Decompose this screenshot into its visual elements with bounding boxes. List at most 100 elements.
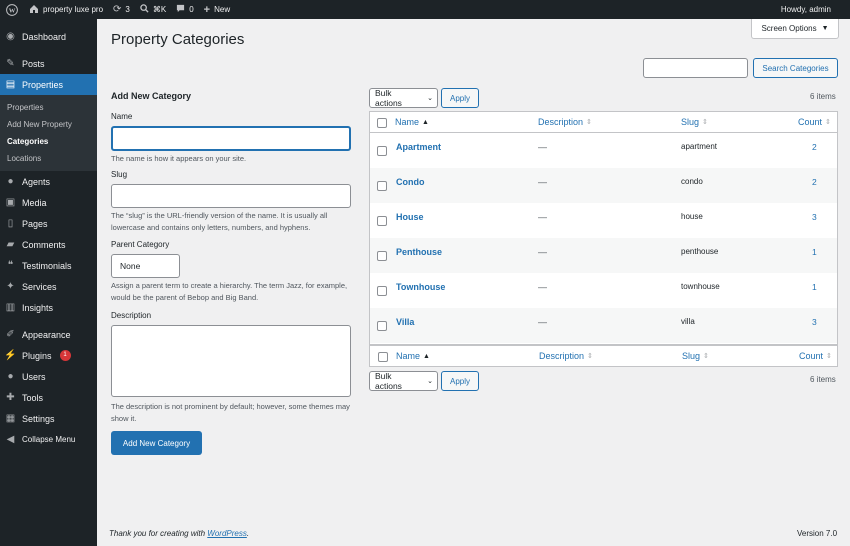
menu-label: Insights xyxy=(22,302,54,313)
menu-dashboard[interactable]: ◉ Dashboard xyxy=(0,26,97,47)
row-count-link[interactable]: 3 xyxy=(812,212,817,222)
description-label: Description xyxy=(111,311,152,320)
name-help: The name is how it appears on your site. xyxy=(111,154,247,163)
menu-plugins[interactable]: ⚡ Plugins 1 xyxy=(0,345,97,366)
table-header: Name ▲ Description ⇕ Slug ⇕ Count ⇕ xyxy=(370,112,837,133)
plugins-update-badge: 1 xyxy=(59,350,71,361)
parent-category-label: Parent Category xyxy=(111,240,170,249)
menu-label: Media xyxy=(22,197,47,208)
description-textarea[interactable] xyxy=(111,325,351,397)
apply-button-bottom[interactable]: Apply xyxy=(441,371,479,391)
slug-label: Slug xyxy=(111,170,128,179)
select-all-checkbox[interactable] xyxy=(377,118,387,128)
column-count-header[interactable]: Count ⇕ xyxy=(798,117,831,127)
menu-posts[interactable]: ✎ Posts xyxy=(0,53,97,74)
row-count-link[interactable]: 2 xyxy=(812,177,817,187)
search-categories-button[interactable]: Search Categories xyxy=(753,58,838,78)
row-count-link[interactable]: 3 xyxy=(812,317,817,327)
menu-appearance[interactable]: ✐ Appearance xyxy=(0,324,97,345)
menu-tools[interactable]: ✚ Tools xyxy=(0,387,97,408)
account-menu[interactable]: Howdy, admin xyxy=(776,0,850,19)
row-name-link[interactable]: Condo xyxy=(396,177,425,187)
row-description: — xyxy=(538,177,547,187)
row-name-link[interactable]: Apartment xyxy=(396,142,441,152)
menu-properties[interactable]: ▤ Properties xyxy=(0,74,97,95)
bulk-actions-select-top[interactable]: Bulk actions ⌄ xyxy=(369,88,438,108)
menu-comments[interactable]: ▰ Comments xyxy=(0,234,97,255)
wordpress-logo-icon[interactable]: W xyxy=(0,0,24,19)
submenu-locations[interactable]: Locations xyxy=(0,150,97,167)
row-checkbox[interactable] xyxy=(377,146,387,156)
comments-link[interactable]: 0 xyxy=(171,0,198,19)
column-description-footer[interactable]: Description ⇕ xyxy=(539,351,593,361)
site-name-link[interactable]: property luxe pro xyxy=(24,0,108,19)
row-name-link[interactable]: Villa xyxy=(396,317,414,327)
row-checkbox[interactable] xyxy=(377,251,387,261)
menu-insights[interactable]: ▥ Insights xyxy=(0,297,97,318)
menu-settings[interactable]: ▦ Settings xyxy=(0,408,97,429)
user-icon: ● xyxy=(7,371,14,382)
column-description-header[interactable]: Description ⇕ xyxy=(538,117,592,127)
new-content-link[interactable]: + New xyxy=(199,0,235,19)
updates-link[interactable]: ⟳ 3 xyxy=(108,0,135,19)
add-new-category-button[interactable]: Add New Category xyxy=(111,431,202,455)
row-name-link[interactable]: Townhouse xyxy=(396,282,445,292)
row-count-link[interactable]: 2 xyxy=(812,142,817,152)
menu-label: Appearance xyxy=(22,329,71,340)
apply-button-top[interactable]: Apply xyxy=(441,88,479,108)
parent-category-value: None xyxy=(120,261,141,271)
submenu-properties[interactable]: Properties xyxy=(0,99,97,116)
pushpin-icon: ✎ xyxy=(6,58,15,69)
column-name-footer[interactable]: Name ▲ xyxy=(396,351,430,361)
menu-testimonials[interactable]: ❝ Testimonials xyxy=(0,255,97,276)
select-all-checkbox[interactable] xyxy=(378,352,388,362)
row-count-link[interactable]: 1 xyxy=(812,282,817,292)
name-label: Name xyxy=(111,112,133,121)
row-description: — xyxy=(538,282,547,292)
column-slug-header[interactable]: Slug ⇕ xyxy=(681,117,708,127)
column-slug-footer[interactable]: Slug ⇕ xyxy=(682,351,709,361)
submenu-add-new-property[interactable]: Add New Property xyxy=(0,116,97,133)
row-slug: villa xyxy=(681,317,695,326)
name-input[interactable] xyxy=(111,126,351,151)
row-slug: townhouse xyxy=(681,282,720,291)
table-row: Penthouse — penthouse 1 xyxy=(370,238,837,273)
column-label: Slug xyxy=(682,351,701,361)
menu-label: Services xyxy=(22,281,57,292)
menu-pages[interactable]: ▯ Pages xyxy=(0,213,97,234)
parent-help: Assign a parent term to create a hierarc… xyxy=(111,281,348,302)
footer-thanks: Thank you for creating with WordPress. xyxy=(109,529,249,538)
column-label: Count xyxy=(798,117,823,127)
menu-services[interactable]: ✦ Services xyxy=(0,276,97,297)
collapse-menu-button[interactable]: ◀ Collapse Menu xyxy=(0,429,97,450)
sort-icon: ⇕ xyxy=(587,353,593,360)
row-name-link[interactable]: Penthouse xyxy=(396,247,442,257)
bulk-actions-select-bottom[interactable]: Bulk actions ⌄ xyxy=(369,371,438,391)
screen-options-label: Screen Options xyxy=(761,24,817,33)
wordpress-link[interactable]: WordPress xyxy=(207,529,247,538)
search-input[interactable] xyxy=(643,58,748,78)
menu-agents[interactable]: ● Agents xyxy=(0,171,97,192)
submenu-categories[interactable]: Categories xyxy=(0,133,97,150)
row-count-link[interactable]: 1 xyxy=(812,247,817,257)
column-name-header[interactable]: Name ▲ xyxy=(395,117,429,127)
screen-options-button[interactable]: Screen Options ▼ xyxy=(751,19,839,39)
row-checkbox[interactable] xyxy=(377,321,387,331)
menu-media[interactable]: ▣ Media xyxy=(0,192,97,213)
sort-asc-icon: ▲ xyxy=(423,352,430,360)
menu-label: Comments xyxy=(22,239,66,250)
parent-category-select[interactable]: None xyxy=(111,254,180,278)
table-row: House — house 3 xyxy=(370,203,837,238)
row-checkbox[interactable] xyxy=(377,216,387,226)
tools-icon: ✚ xyxy=(6,392,15,403)
row-checkbox[interactable] xyxy=(377,181,387,191)
column-count-footer[interactable]: Count ⇕ xyxy=(799,351,832,361)
row-checkbox[interactable] xyxy=(377,286,387,296)
menu-users[interactable]: ● Users xyxy=(0,366,97,387)
home-icon xyxy=(29,4,39,16)
slug-input[interactable] xyxy=(111,184,351,208)
row-name-link[interactable]: House xyxy=(396,212,424,222)
command-palette-link[interactable]: ⌘K xyxy=(135,0,171,19)
shortcut-label: ⌘K xyxy=(152,5,167,14)
admin-bar: W property luxe pro ⟳ 3 ⌘K 0 + New Howdy… xyxy=(0,0,850,19)
